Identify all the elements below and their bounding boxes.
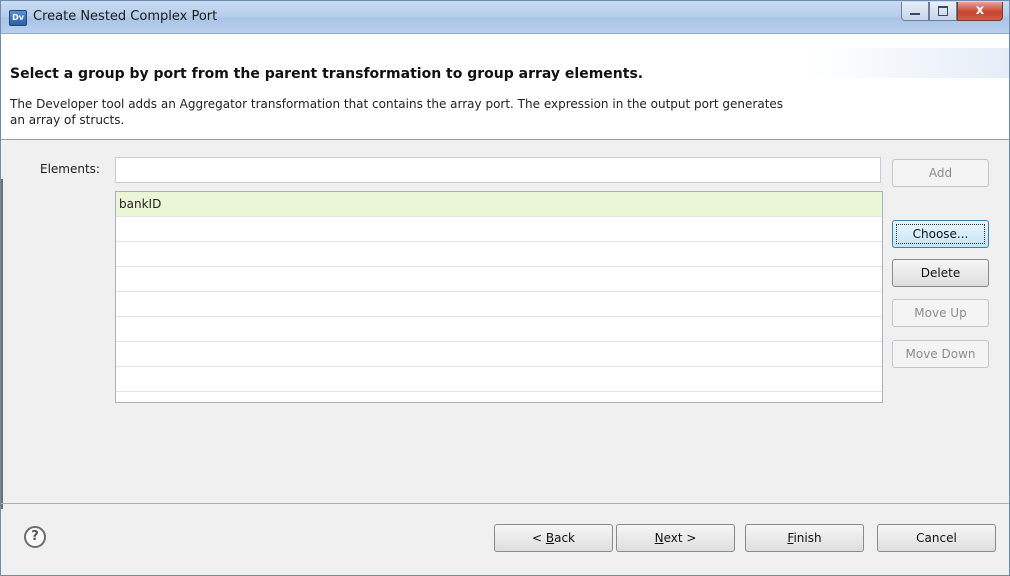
back-button[interactable]: < Back (494, 524, 613, 552)
page-description: The Developer tool adds an Aggregator tr… (10, 97, 784, 127)
move-up-button[interactable]: Move Up (892, 299, 989, 327)
back-rest: ack (554, 531, 575, 545)
list-item[interactable]: bankID (116, 192, 882, 217)
list-item[interactable] (116, 267, 882, 292)
maximize-button[interactable] (929, 2, 957, 21)
minimize-button[interactable] (901, 2, 929, 21)
list-item[interactable] (116, 242, 882, 267)
dialog-header: Select a group by port from the parent t… (1, 34, 1009, 139)
back-prefix: < (531, 531, 546, 545)
window-controls: x (901, 2, 1003, 22)
finish-rest: inish (793, 531, 822, 545)
window-title: Create Nested Complex Port (33, 9, 218, 24)
list-item[interactable] (116, 292, 882, 317)
header-divider (1, 139, 1009, 140)
left-edge-divider (1, 179, 3, 509)
list-item[interactable] (116, 317, 882, 342)
elements-label: Elements: (40, 162, 100, 176)
next-mnemonic: N (654, 531, 664, 545)
next-button[interactable]: Next > (616, 524, 735, 552)
list-item[interactable] (116, 217, 882, 242)
footer-divider (1, 503, 1009, 504)
list-item[interactable] (116, 367, 882, 392)
title-bar[interactable]: Dv Create Nested Complex Port x (1, 1, 1009, 34)
help-icon[interactable]: ? (24, 526, 46, 548)
choose-button[interactable]: Choose... (892, 220, 989, 248)
close-icon: x (975, 3, 985, 18)
add-button[interactable]: Add (892, 159, 989, 187)
elements-list[interactable]: bankID (115, 191, 883, 403)
back-mnemonic: B (545, 531, 555, 545)
list-item[interactable] (116, 342, 882, 367)
app-icon: Dv (9, 10, 27, 26)
close-button[interactable]: x (957, 2, 1003, 21)
elements-input[interactable] (115, 157, 881, 183)
cancel-button[interactable]: Cancel (877, 524, 996, 552)
dialog-window: Dv Create Nested Complex Port x Select a… (0, 0, 1010, 576)
delete-button[interactable]: Delete (892, 259, 989, 287)
next-rest: ext > (663, 531, 697, 545)
move-down-button[interactable]: Move Down (892, 340, 989, 368)
page-title: Select a group by port from the parent t… (10, 66, 644, 82)
finish-button[interactable]: Finish (745, 524, 864, 552)
